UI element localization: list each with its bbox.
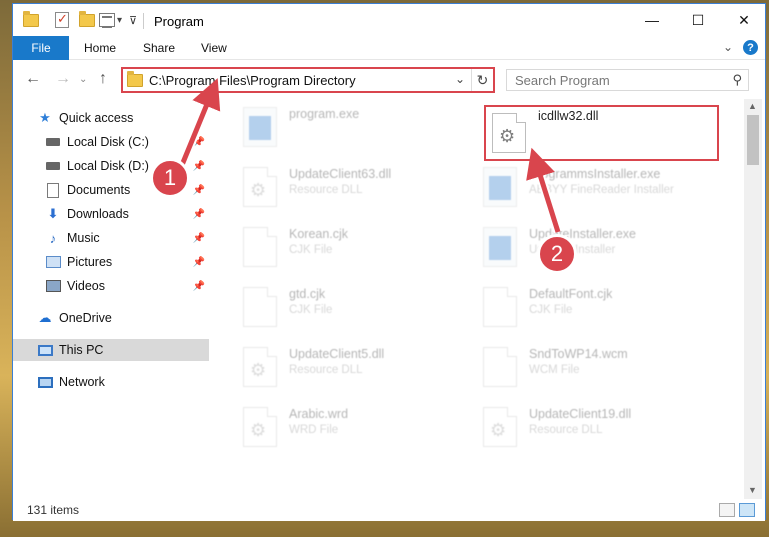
annotation-arrows: [177, 78, 563, 234]
step-1-badge: 1: [150, 158, 190, 198]
step-2-badge: 2: [537, 234, 577, 274]
arrow-2: [526, 147, 561, 233]
arrow-1: [179, 78, 221, 166]
